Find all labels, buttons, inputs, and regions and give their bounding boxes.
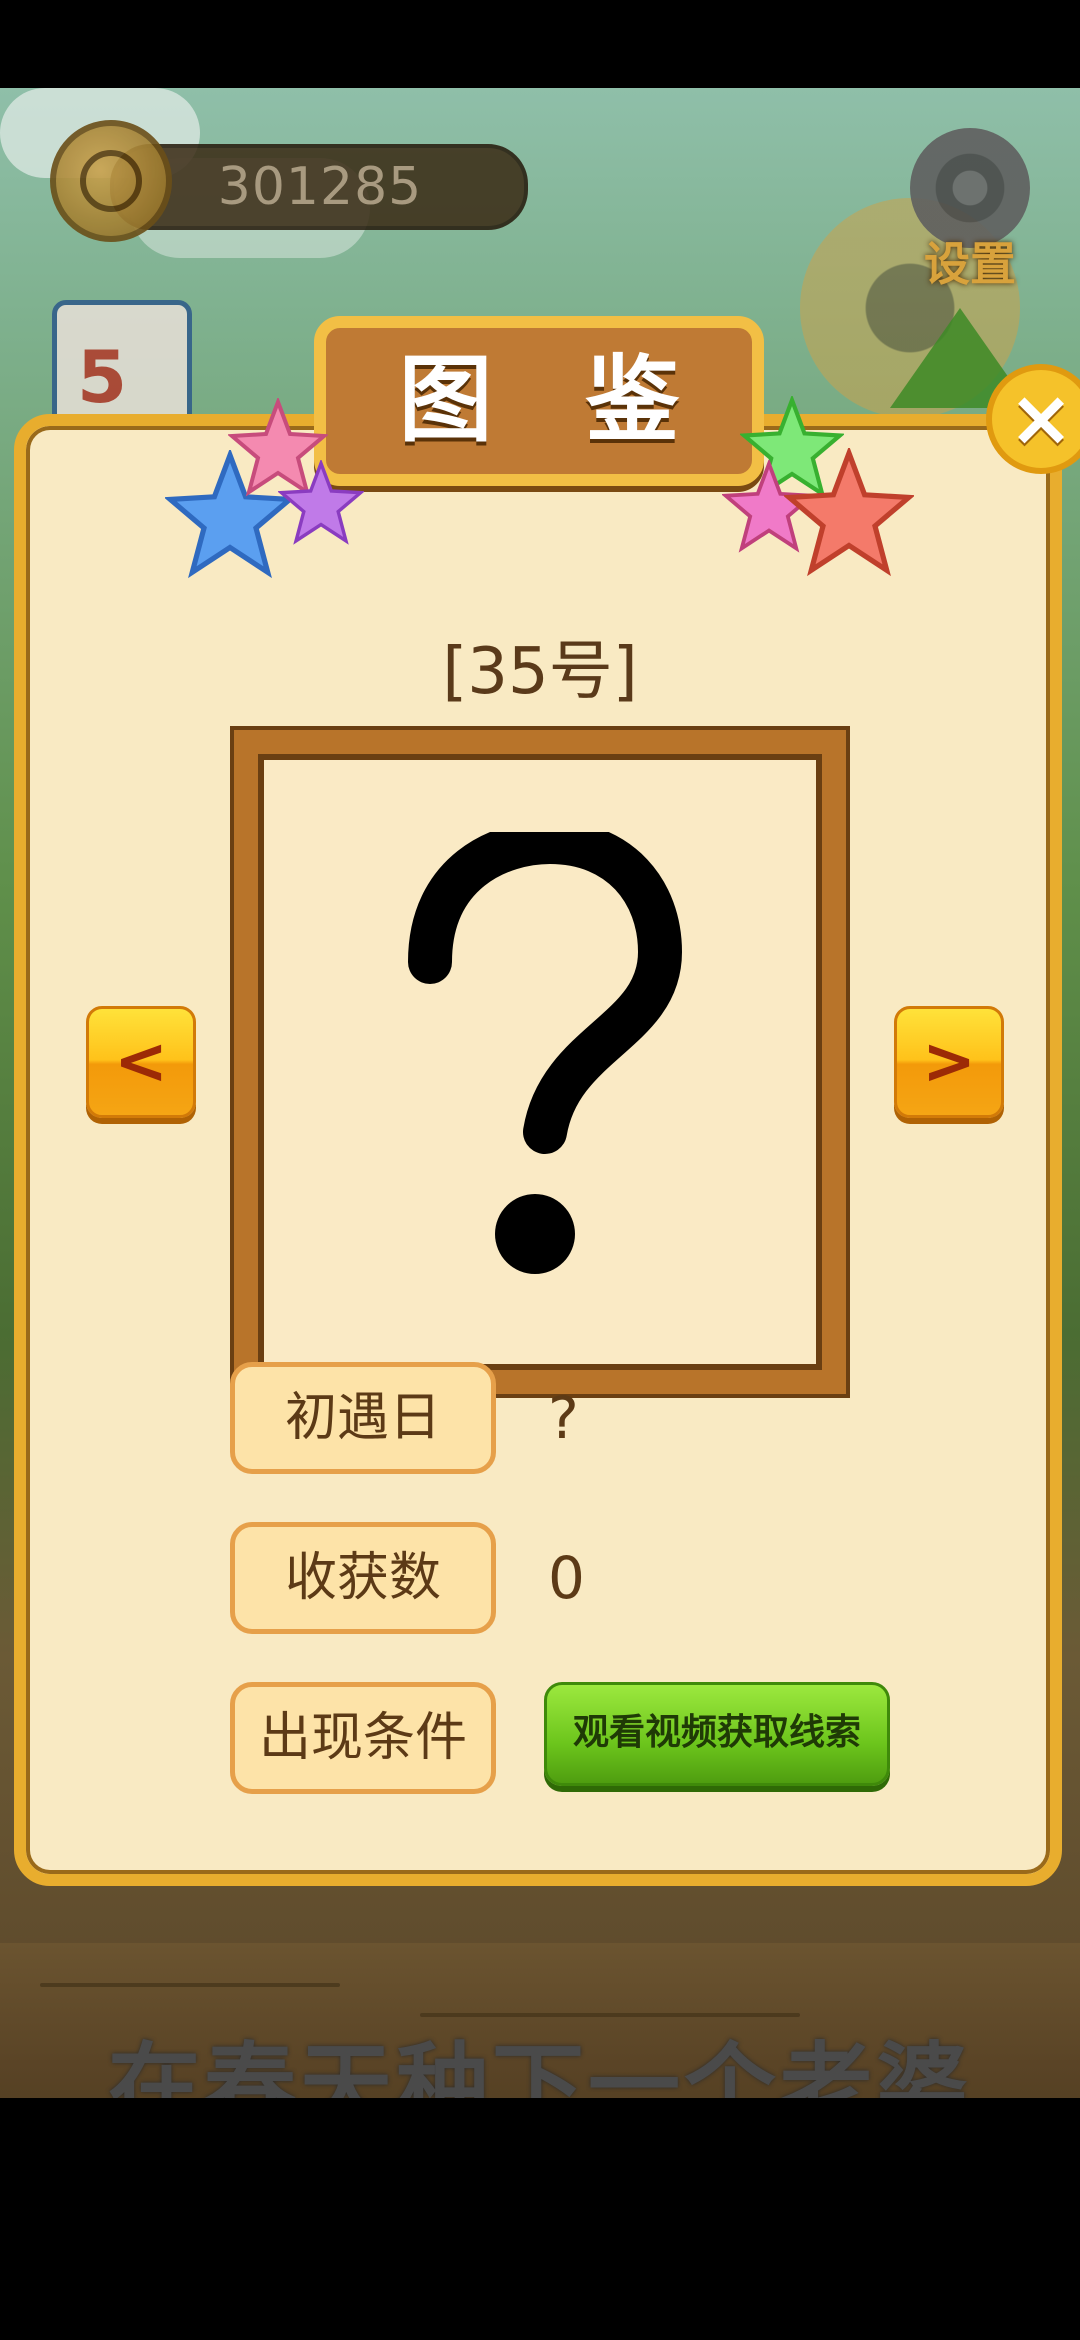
next-button[interactable]: >: [894, 1006, 1004, 1118]
watch-video-hint-button[interactable]: 观看视频获取线索: [544, 1682, 890, 1786]
chevron-right-icon: >: [922, 1025, 976, 1099]
dialog-title-plate: 图 鉴: [314, 316, 764, 486]
harvest-count-value: 0: [548, 1544, 585, 1612]
chevron-left-icon: <: [114, 1025, 168, 1099]
question-mark-icon: [408, 832, 683, 1274]
first-met-label: 初遇日: [230, 1362, 496, 1474]
coral-star-icon: [784, 448, 914, 577]
dialog-title: 图 鉴: [398, 346, 710, 455]
settings-label[interactable]: 设置: [905, 228, 1035, 294]
portrait-area: [258, 754, 822, 1370]
coin-count: 301285: [217, 157, 423, 217]
harvest-count-label: 收获数: [230, 1522, 496, 1634]
first-met-value: ?: [548, 1384, 579, 1452]
appear-condition-label: 出现条件: [230, 1682, 496, 1794]
calendar-day: 5: [77, 335, 128, 419]
purple-star-icon: [278, 460, 364, 545]
previous-button[interactable]: <: [86, 1006, 196, 1118]
game-subtitle: 在春天种下一个老婆: [107, 2033, 972, 2098]
coin-icon: [50, 120, 172, 242]
game-screen: 301285 设置 5 图 鉴 × [35号] < > 初遇日 ? 收获数 0 …: [0, 88, 1080, 2098]
portrait-frame: [230, 726, 850, 1398]
entry-number: [35号]: [442, 635, 638, 709]
close-icon: ×: [1008, 374, 1074, 464]
